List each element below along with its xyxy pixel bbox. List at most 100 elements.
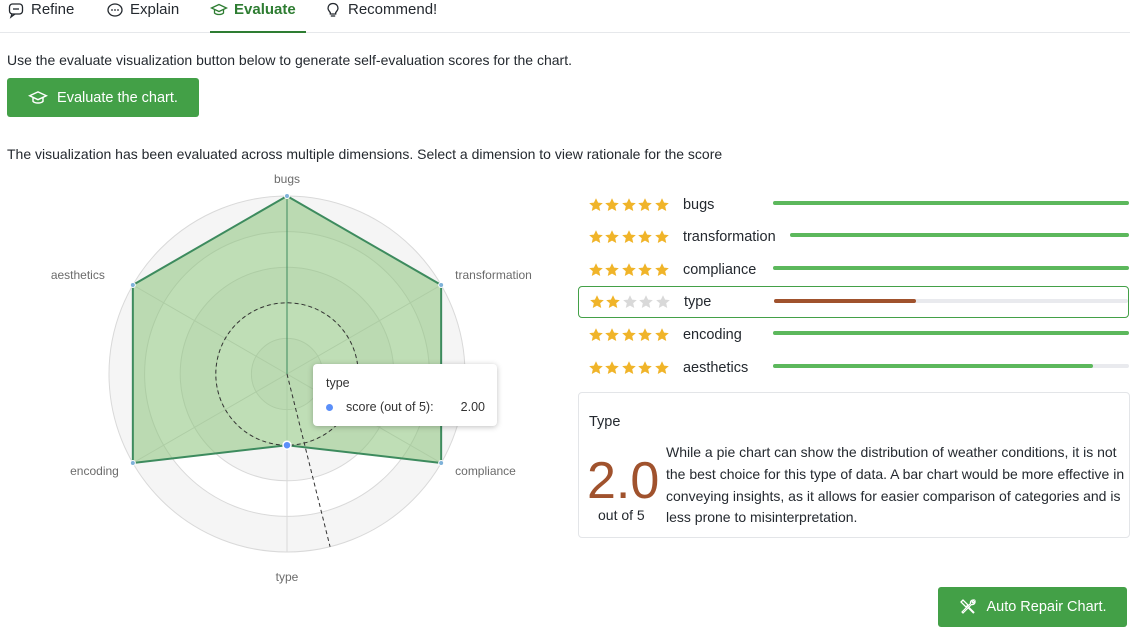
series-marker	[326, 404, 333, 411]
score-bar-fill	[790, 233, 1129, 237]
star-icon	[605, 230, 620, 243]
auto-repair-button[interactable]: Auto Repair Chart.	[938, 587, 1127, 627]
star-icon	[589, 361, 603, 374]
star-icon	[621, 230, 636, 243]
rationale-panel: Type 2.0 out of 5 While a pie chart can …	[578, 392, 1130, 538]
score-bar	[774, 299, 1128, 303]
tab-label: Evaluate	[234, 1, 296, 18]
star-icon	[621, 198, 636, 211]
score-bar	[790, 233, 1129, 237]
tab-bar: Refine Explain Evaluate Recommend!	[0, 0, 1130, 33]
star-icon	[605, 198, 620, 211]
star-icon	[605, 361, 620, 374]
star-rating	[588, 327, 670, 343]
intro-text: Use the evaluate visualization button be…	[7, 52, 572, 68]
chat-dots-icon	[107, 3, 123, 17]
star-rating	[588, 229, 670, 245]
tooltip-title: type	[326, 376, 350, 390]
score-bar	[773, 331, 1129, 335]
score-row-encoding[interactable]: encoding	[578, 320, 1129, 350]
star-icon	[605, 263, 620, 276]
score-scale: out of 5	[598, 507, 645, 523]
data-point	[284, 193, 290, 199]
axis-label: bugs	[274, 172, 300, 186]
dimension-name: encoding	[682, 327, 742, 343]
star-icon	[638, 328, 652, 341]
star-icon	[654, 198, 669, 211]
dimension-name: type	[683, 294, 712, 310]
star-icon	[621, 263, 636, 276]
star-icon	[654, 230, 669, 243]
tab-label: Recommend!	[348, 1, 438, 18]
star-icon	[621, 361, 636, 374]
star-icon	[590, 295, 604, 308]
star-icon	[638, 361, 652, 374]
auto-repair-button-label: Auto Repair Chart.	[986, 599, 1107, 615]
star-icon	[622, 295, 637, 308]
star-rating	[589, 294, 671, 310]
star-icon	[654, 263, 669, 276]
score-row-compliance[interactable]: compliance	[578, 255, 1129, 285]
data-point	[438, 460, 445, 466]
data-point	[282, 440, 292, 450]
score-row-aesthetics[interactable]: aesthetics	[578, 353, 1129, 383]
dimension-name: bugs	[682, 197, 715, 213]
star-icon	[605, 328, 620, 341]
tab-explain[interactable]: Explain	[106, 0, 179, 32]
tooltip-value: 2.00	[460, 400, 485, 414]
tab-label: Refine	[31, 1, 75, 18]
tab-label: Explain	[130, 1, 180, 18]
score-bar-fill	[773, 331, 1129, 335]
graduation-cap-icon	[28, 90, 49, 104]
dimension-title: Type	[589, 414, 621, 430]
star-icon	[589, 263, 603, 276]
axis-label: transformation	[455, 268, 532, 282]
tools-icon	[960, 599, 977, 614]
score-bar	[773, 201, 1129, 205]
star-icon	[638, 198, 652, 211]
chat-bubble-icon	[8, 3, 24, 19]
axis-label: type	[276, 570, 299, 584]
graduation-cap-icon	[210, 3, 228, 16]
rationale-text: While a pie chart can show the distribut…	[666, 444, 1125, 526]
dimension-name: transformation	[682, 229, 776, 245]
dimension-score: 2.0	[587, 452, 660, 510]
tab-recommend[interactable]: Recommend!	[324, 0, 437, 32]
dimension-name: compliance	[682, 262, 757, 278]
tab-evaluate[interactable]: Evaluate	[210, 0, 306, 33]
star-icon	[589, 328, 603, 341]
axis-label: encoding	[70, 464, 119, 478]
star-icon	[638, 263, 652, 276]
evaluate-button[interactable]: Evaluate the chart.	[7, 78, 199, 117]
lightbulb-icon	[327, 2, 339, 17]
star-rating	[588, 360, 670, 376]
score-bar-fill	[774, 299, 916, 303]
score-bar-fill	[773, 364, 1094, 368]
star-icon	[589, 230, 603, 243]
score-row-type[interactable]: type	[578, 286, 1129, 318]
data-point	[129, 282, 136, 288]
data-point	[129, 460, 136, 466]
star-icon	[655, 295, 670, 308]
chart-tooltip: type score (out of 5): 2.00	[313, 364, 497, 426]
dimension-name: aesthetics	[682, 360, 749, 376]
data-point	[438, 282, 445, 288]
score-bar-fill	[773, 266, 1129, 270]
score-bar-fill	[773, 201, 1129, 205]
axis-label: aesthetics	[51, 268, 105, 282]
tab-refine[interactable]: Refine	[7, 0, 74, 32]
star-icon	[654, 328, 669, 341]
star-icon	[654, 361, 669, 374]
star-icon	[638, 230, 652, 243]
score-bar	[773, 266, 1129, 270]
score-row-bugs[interactable]: bugs	[578, 190, 1129, 220]
star-icon	[606, 295, 621, 308]
axis-label: compliance	[455, 464, 516, 478]
evaluate-button-label: Evaluate the chart.	[57, 89, 178, 106]
tooltip-key: score (out of 5):	[346, 400, 434, 414]
star-icon	[589, 198, 603, 211]
score-bar	[773, 364, 1129, 368]
star-rating	[588, 262, 670, 278]
score-row-transformation[interactable]: transformation	[578, 222, 1129, 252]
star-icon	[621, 328, 636, 341]
